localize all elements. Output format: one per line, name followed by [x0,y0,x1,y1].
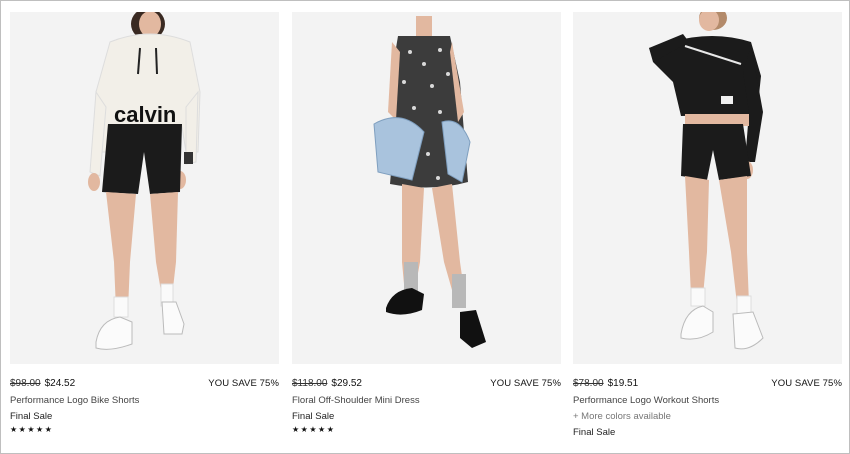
price-row: $98.00 $24.52 YOU SAVE 75% [10,377,279,391]
product-card: calvin $98.00 $24.52 YOU SAVE 75% Perfor… [10,12,279,436]
price-row: $118.00 $29.52 YOU SAVE 75% [292,377,561,391]
savings-label: YOU SAVE 75% [490,378,561,389]
product-image[interactable] [573,12,842,364]
original-price: $118.00 [292,378,328,389]
product-name-link[interactable]: Floral Off-Shoulder Mini Dress [292,394,561,408]
rating-stars: ★★★★★ [292,425,336,434]
hoodie-logo-text: calvin [114,102,176,127]
final-sale-label: Final Sale [292,411,335,422]
original-price: $78.00 [573,378,604,389]
product-image[interactable] [292,12,561,364]
rating-stars: ★★★★★ [10,425,54,434]
product-card: $118.00 $29.52 YOU SAVE 75% Floral Off-Sh… [292,12,561,436]
final-sale-label: Final Sale [573,427,616,438]
product-name-link[interactable]: Performance Logo Workout Shorts [573,394,842,408]
more-colors-link[interactable]: + More colors available [573,410,842,424]
sale-price: $29.52 [331,378,362,389]
product-card: $78.00 $19.51 YOU SAVE 75% Performance Lo… [573,12,842,440]
model-photo-workout-shorts [573,12,842,364]
original-price: $98.00 [10,378,41,389]
product-image[interactable]: calvin [10,12,279,364]
product-grid: calvin $98.00 $24.52 YOU SAVE 75% Perfor… [0,0,850,454]
final-sale-label: Final Sale [10,411,53,422]
sale-price: $24.52 [44,378,76,389]
sale-price: $19.51 [607,378,639,389]
savings-label: YOU SAVE 75% [771,378,842,389]
model-photo-bike-shorts: calvin [10,12,279,364]
savings-label: YOU SAVE 75% [208,378,279,389]
product-name-link[interactable]: Performance Logo Bike Shorts [10,394,279,408]
price-row: $78.00 $19.51 YOU SAVE 75% [573,377,842,391]
model-photo-mini-dress [292,12,561,364]
